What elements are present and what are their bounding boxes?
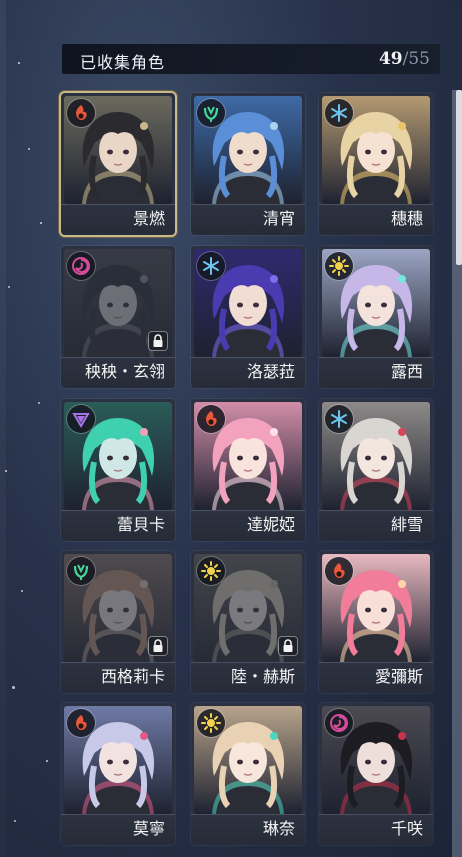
collected-counter: 49/55 <box>379 49 430 69</box>
light-element-icon <box>325 252 353 280</box>
character-card[interactable]: 穗穗 <box>319 93 433 235</box>
star <box>21 590 23 592</box>
ice-element-icon <box>197 252 225 280</box>
wind-element-icon <box>197 99 225 127</box>
fire-element-icon <box>197 405 225 433</box>
character-name: 露西 <box>390 362 423 381</box>
character-name: 陸・赫斯 <box>230 667 295 686</box>
star <box>40 222 42 224</box>
name-bar: 西格莉卡 <box>61 662 175 693</box>
character-name: 達妮婭 <box>246 515 295 534</box>
star <box>38 402 40 404</box>
wind-element-icon <box>67 557 95 585</box>
void-element-icon <box>67 252 95 280</box>
star <box>28 148 30 150</box>
name-bar: 露西 <box>319 357 433 388</box>
name-bar: 穗穗 <box>319 204 433 235</box>
lock-icon <box>149 332 167 350</box>
star <box>5 470 7 472</box>
fire-element-icon <box>325 557 353 585</box>
name-bar: 緋雪 <box>319 510 433 541</box>
lock-icon <box>149 637 167 655</box>
character-name: 景燃 <box>132 209 165 228</box>
character-card[interactable]: 莫寧 <box>61 703 175 845</box>
name-bar: 景燃 <box>61 204 175 235</box>
character-name: 清宵 <box>262 209 295 228</box>
character-name: 琳奈 <box>262 819 295 838</box>
name-bar: 愛彌斯 <box>319 662 433 693</box>
lock-icon <box>279 637 297 655</box>
name-bar: 蕾貝卡 <box>61 510 175 541</box>
scrollbar-thumb[interactable] <box>456 90 462 265</box>
name-bar: 達妮婭 <box>191 510 305 541</box>
star <box>18 62 20 64</box>
character-card[interactable]: 琳奈 <box>191 703 305 845</box>
name-bar: 千咲 <box>319 814 433 845</box>
name-bar: 秧秧・玄翎 <box>61 357 175 388</box>
total-count: 55 <box>408 49 430 69</box>
character-card[interactable]: 景燃 <box>61 93 175 235</box>
character-card[interactable]: 露西 <box>319 246 433 388</box>
ice-element-icon <box>325 405 353 433</box>
star <box>8 286 10 288</box>
character-card[interactable]: 緋雪 <box>319 399 433 541</box>
star <box>46 760 48 762</box>
star <box>14 820 16 822</box>
name-bar: 莫寧 <box>61 814 175 845</box>
character-name: 西格莉卡 <box>100 667 165 686</box>
name-bar: 清宵 <box>191 204 305 235</box>
character-card[interactable]: 愛彌斯 <box>319 551 433 693</box>
collected-count: 49 <box>378 49 403 69</box>
aero-element-icon <box>67 405 95 433</box>
name-bar: 陸・赫斯 <box>191 662 305 693</box>
character-name: 蕾貝卡 <box>116 515 165 534</box>
character-name: 愛彌斯 <box>374 667 423 686</box>
light-element-icon <box>197 557 225 585</box>
character-card[interactable]: 陸・赫斯 <box>191 551 305 693</box>
character-name: 緋雪 <box>390 515 423 534</box>
character-name: 莫寧 <box>132 819 165 838</box>
fire-element-icon <box>67 99 95 127</box>
character-card[interactable]: 達妮婭 <box>191 399 305 541</box>
character-card[interactable]: 清宵 <box>191 93 305 235</box>
ice-element-icon <box>325 99 353 127</box>
character-card[interactable]: 千咲 <box>319 703 433 845</box>
panel-edge <box>0 0 6 857</box>
character-name: 穗穗 <box>390 209 423 228</box>
star <box>12 686 15 689</box>
character-card[interactable]: 蕾貝卡 <box>61 399 175 541</box>
fire-element-icon <box>67 709 95 737</box>
collection-header: 已收集角色 49/55 <box>62 44 440 74</box>
page-title: 已收集角色 <box>80 53 166 72</box>
name-bar: 洛瑟菈 <box>191 357 305 388</box>
character-card[interactable]: 西格莉卡 <box>61 551 175 693</box>
character-name: 秧秧・玄翎 <box>84 362 165 381</box>
character-name: 洛瑟菈 <box>246 362 295 381</box>
light-element-icon <box>197 709 225 737</box>
character-card[interactable]: 洛瑟菈 <box>191 246 305 388</box>
void-element-icon <box>325 709 353 737</box>
name-bar: 琳奈 <box>191 814 305 845</box>
character-name: 千咲 <box>390 819 423 838</box>
character-card[interactable]: 秧秧・玄翎 <box>61 246 175 388</box>
